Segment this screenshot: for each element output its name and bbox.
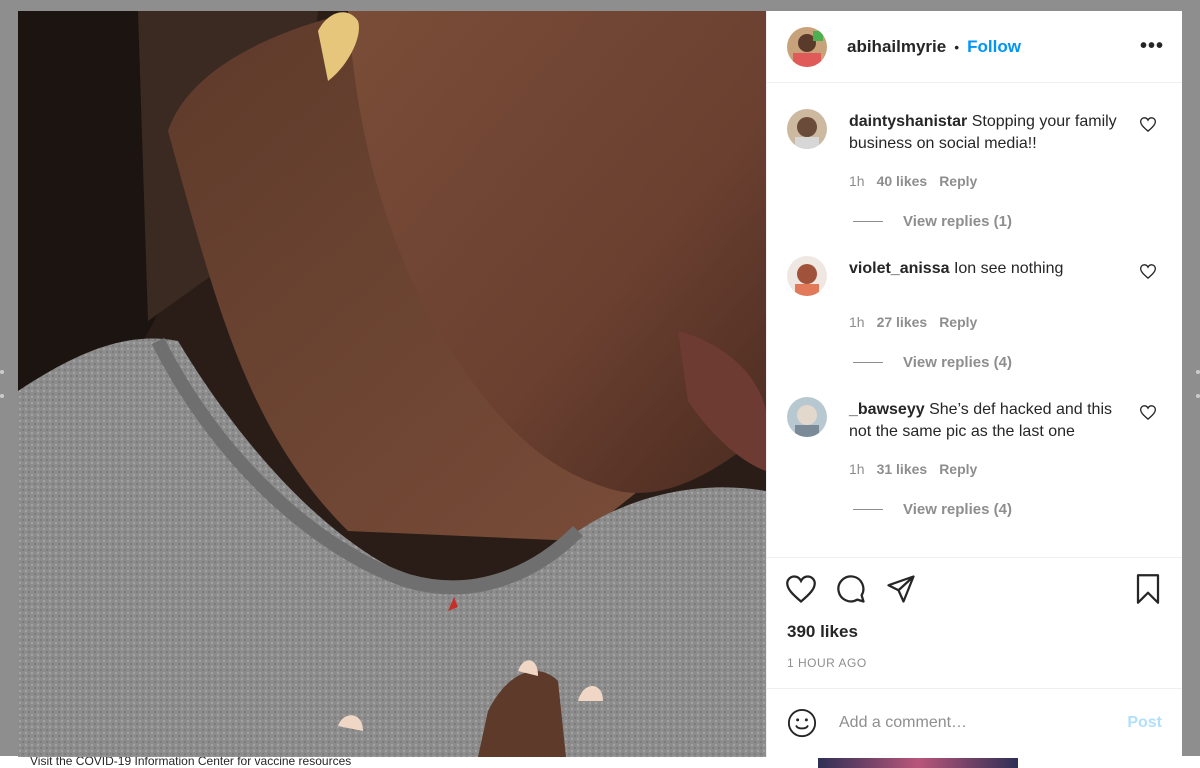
comment-item: violet_anissa Ion see nothing 1h 27 like…	[767, 256, 1182, 371]
ellipsis-icon[interactable]: •••	[1140, 35, 1164, 58]
post-modal: abihailmyrie • Follow ••• daintyshanista…	[18, 11, 1182, 757]
post-comment-button[interactable]: Post	[1127, 714, 1162, 732]
comment-item: daintyshanistar Stopping your family bus…	[767, 109, 1182, 230]
comment-time: 1h	[849, 173, 865, 189]
reply-button[interactable]: Reply	[939, 173, 977, 189]
view-replies-button[interactable]: View replies (4)	[853, 501, 1162, 518]
comment-username[interactable]: daintyshanistar	[849, 113, 967, 130]
heart-icon[interactable]	[1139, 117, 1157, 137]
likes-count[interactable]: 390 likes	[767, 622, 1182, 642]
comment-time: 1h	[849, 461, 865, 477]
comment-text: daintyshanistar Stopping your family bus…	[849, 111, 1119, 155]
reply-button[interactable]: Reply	[939, 461, 977, 477]
comment-text: _bawseyy She’s def hacked and this not t…	[849, 399, 1119, 443]
post-actions-area: 390 likes 1 HOUR AGO	[767, 557, 1182, 688]
replies-divider	[853, 509, 883, 510]
backdrop-art	[818, 758, 1018, 768]
comment-meta: 1h 31 likes Reply	[849, 461, 1162, 477]
heart-icon[interactable]	[1139, 264, 1157, 284]
author-avatar[interactable]	[787, 26, 827, 67]
view-replies-label: View replies (4)	[903, 501, 1012, 518]
replies-divider	[853, 362, 883, 363]
reply-button[interactable]: Reply	[939, 314, 977, 330]
action-bar	[767, 558, 1182, 620]
view-replies-label: View replies (1)	[903, 213, 1012, 230]
comment-likes[interactable]: 31 likes	[877, 461, 928, 477]
post-timestamp: 1 HOUR AGO	[787, 656, 867, 670]
view-replies-button[interactable]: View replies (4)	[853, 354, 1162, 371]
comment-username[interactable]: violet_anissa	[849, 260, 950, 277]
comment-username[interactable]: _bawseyy	[849, 401, 925, 418]
post-image[interactable]	[18, 11, 766, 757]
comment-meta: 1h 27 likes Reply	[849, 314, 1162, 330]
heart-icon[interactable]	[785, 573, 817, 605]
comment-text: violet_anissa Ion see nothing	[849, 258, 1119, 296]
comment-avatar[interactable]	[787, 109, 827, 149]
comment-avatar[interactable]	[787, 256, 827, 296]
heart-icon[interactable]	[1139, 405, 1157, 425]
left-edge-dot	[0, 370, 4, 374]
comment-time: 1h	[849, 314, 865, 330]
paper-plane-icon[interactable]	[885, 573, 917, 605]
author-username[interactable]: abihailmyrie	[847, 37, 946, 57]
comments-list: daintyshanistar Stopping your family bus…	[767, 83, 1182, 557]
comment-composer: Post	[767, 688, 1182, 757]
comment-likes[interactable]: 27 likes	[877, 314, 928, 330]
view-replies-label: View replies (4)	[903, 354, 1012, 371]
post-sidebar: abihailmyrie • Follow ••• daintyshanista…	[766, 11, 1182, 757]
comment-item: _bawseyy She’s def hacked and this not t…	[767, 397, 1182, 518]
separator-dot: •	[954, 38, 960, 55]
left-edge-dot	[0, 394, 4, 398]
bookmark-icon[interactable]	[1132, 573, 1164, 605]
follow-button[interactable]: Follow	[967, 37, 1021, 57]
smiley-icon[interactable]	[787, 708, 817, 738]
post-photo	[18, 11, 766, 757]
view-replies-button[interactable]: View replies (1)	[853, 213, 1162, 230]
comment-message: Ion see nothing	[953, 260, 1064, 277]
right-edge-dot	[1196, 370, 1200, 374]
post-header: abihailmyrie • Follow •••	[767, 11, 1182, 83]
comment-input[interactable]	[837, 713, 1128, 733]
comment-bubble-icon[interactable]	[835, 573, 867, 605]
comment-meta: 1h 40 likes Reply	[849, 173, 1162, 189]
replies-divider	[853, 221, 883, 222]
comment-likes[interactable]: 40 likes	[877, 173, 928, 189]
comment-avatar[interactable]	[787, 397, 827, 437]
right-edge-dot	[1196, 394, 1200, 398]
